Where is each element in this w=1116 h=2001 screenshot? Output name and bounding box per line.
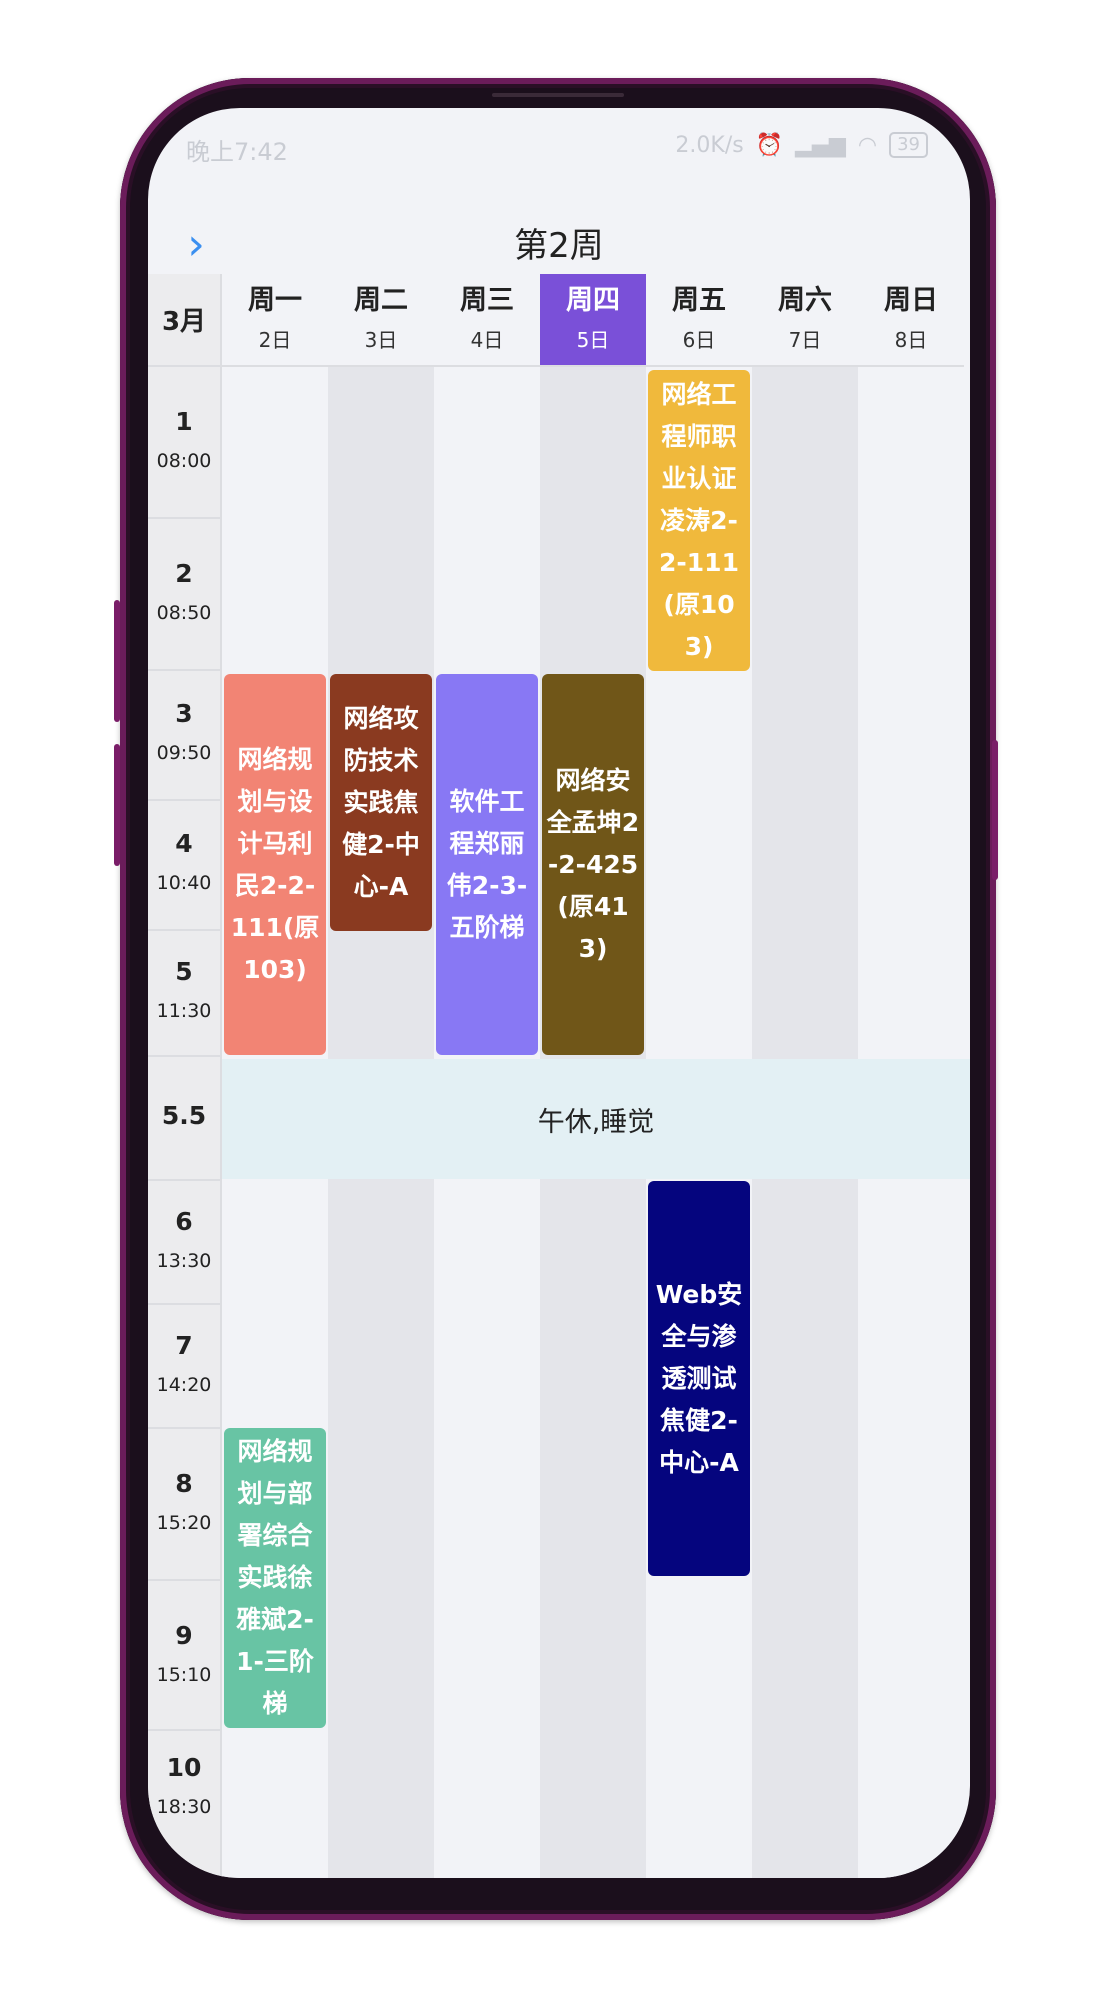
- period-number: 8: [175, 1469, 193, 1498]
- day-name: 周一: [248, 285, 302, 316]
- course-card[interactable]: 网络工程师职业认证凌涛2-2-111(原103): [648, 370, 750, 671]
- day-header-mon[interactable]: 周一 2日: [222, 274, 328, 367]
- course-card[interactable]: 网络攻防技术实践焦健2-中心-A: [330, 674, 432, 931]
- period-time: 10:40: [156, 872, 212, 894]
- period-time: 08:50: [156, 602, 212, 624]
- status-bar: 晚上7:42 2.0K/s ⏰ ▂▄▆ ◠ 39: [148, 108, 970, 186]
- day-header-wed[interactable]: 周三 4日: [434, 274, 540, 367]
- volume-down-button: [114, 744, 120, 866]
- period-number: 2: [175, 559, 193, 588]
- course-text: 网络攻防技术实践焦健2-中心-A: [342, 703, 420, 901]
- period-number: 5: [175, 957, 193, 986]
- day-name: 周日: [884, 285, 938, 316]
- course-text: 网络规划与部署综合实践徐雅斌2-1-三阶梯: [236, 1437, 314, 1718]
- period-slot: 1 08:00: [148, 367, 220, 519]
- day-date: 2日: [258, 328, 292, 352]
- period-number: 4: [175, 829, 193, 858]
- day-header-sun[interactable]: 周日 8日: [858, 274, 964, 367]
- status-time: 晚上7:42: [186, 138, 288, 166]
- day-date: 4日: [470, 328, 504, 352]
- course-text: 网络工程师职业认证凌涛2-2-111(原103): [659, 379, 739, 661]
- period-slot: 5.5: [148, 1057, 220, 1181]
- alarm-icon: ⏰: [755, 132, 784, 158]
- signal-icon: ▂▄▆: [795, 132, 846, 158]
- period-time: 09:50: [156, 742, 212, 764]
- period-time: 18:30: [156, 1796, 212, 1818]
- course-card[interactable]: 网络规划与设计马利民2-2-111(原103): [224, 674, 326, 1055]
- course-text: 网络安全孟坤2-2-425(原413): [546, 765, 640, 963]
- course-card[interactable]: 网络规划与部署综合实践徐雅斌2-1-三阶梯: [224, 1428, 326, 1728]
- period-slot: 9 15:10: [148, 1581, 220, 1731]
- day-header-tue[interactable]: 周二 3日: [328, 274, 434, 367]
- period-time: 08:00: [156, 450, 212, 472]
- period-time: 15:10: [156, 1664, 212, 1686]
- day-name: 周五: [672, 285, 726, 316]
- day-date: 5日: [576, 328, 610, 352]
- period-number: 7: [175, 1331, 193, 1360]
- day-date: 7日: [788, 328, 822, 352]
- day-name: 周二: [354, 285, 408, 316]
- course-card[interactable]: Web安全与渗透测试焦健2-中心-A: [648, 1181, 750, 1576]
- day-name: 周三: [460, 285, 514, 316]
- lunch-break-row: 午休,睡觉: [222, 1059, 970, 1179]
- course-text: 软件工程郑丽伟2-3-五阶梯: [446, 786, 528, 942]
- month-label: 3月: [148, 274, 222, 367]
- period-slot: 2 08:50: [148, 519, 220, 671]
- volume-up-button: [114, 600, 120, 722]
- period-number: 6: [175, 1207, 193, 1236]
- battery-icon: 39: [889, 132, 928, 158]
- period-time: 15:20: [156, 1512, 212, 1534]
- period-slot: 6 13:30: [148, 1181, 220, 1305]
- day-name: 周六: [778, 285, 832, 316]
- app-screen: 晚上7:42 2.0K/s ⏰ ▂▄▆ ◠ 39 › 第2周 3月 周一 2日 …: [148, 108, 970, 1878]
- period-number: 10: [166, 1753, 202, 1782]
- course-text: 网络规划与设计马利民2-2-111(原103): [230, 744, 320, 984]
- period-time: 11:30: [156, 1000, 212, 1022]
- period-column: 1 08:00 2 08:50 3 09:50 4 10:40 5 11:30 …: [148, 367, 222, 1878]
- period-time: 14:20: [156, 1374, 212, 1396]
- power-button: [992, 740, 998, 880]
- period-slot: 4 10:40: [148, 801, 220, 931]
- period-number: 5.5: [161, 1101, 207, 1130]
- network-speed: 2.0K/s: [675, 132, 744, 158]
- timetable-grid: 3月 周一 2日 周二 3日 周三 4日 周四 5日 周五 6日 周六 7日 周…: [148, 274, 970, 1878]
- day-date: 8日: [894, 328, 928, 352]
- day-name: 周四: [566, 285, 620, 316]
- status-indicators: 2.0K/s ⏰ ▂▄▆ ◠ 39: [675, 132, 928, 158]
- day-header-thu[interactable]: 周四 5日: [540, 274, 646, 367]
- period-time: 13:30: [156, 1250, 212, 1272]
- course-card[interactable]: 软件工程郑丽伟2-3-五阶梯: [436, 674, 538, 1055]
- period-slot: 7 14:20: [148, 1305, 220, 1429]
- day-date: 3日: [364, 328, 398, 352]
- course-card[interactable]: 网络安全孟坤2-2-425(原413): [542, 674, 644, 1055]
- period-number: 3: [175, 699, 193, 728]
- period-number: 9: [175, 1621, 193, 1650]
- day-header-sat[interactable]: 周六 7日: [752, 274, 858, 367]
- earpiece-speaker: [492, 93, 624, 97]
- period-slot: 10 18:30: [148, 1731, 220, 1878]
- day-date: 6日: [682, 328, 716, 352]
- period-slot: 3 09:50: [148, 671, 220, 801]
- period-slot: 8 15:20: [148, 1429, 220, 1581]
- day-header-fri[interactable]: 周五 6日: [646, 274, 752, 367]
- period-number: 1: [175, 407, 193, 436]
- period-slot: 5 11:30: [148, 931, 220, 1057]
- course-text: Web安全与渗透测试焦健2-中心-A: [655, 1279, 743, 1477]
- wifi-icon: ◠: [857, 132, 878, 158]
- week-title[interactable]: 第2周: [148, 216, 970, 276]
